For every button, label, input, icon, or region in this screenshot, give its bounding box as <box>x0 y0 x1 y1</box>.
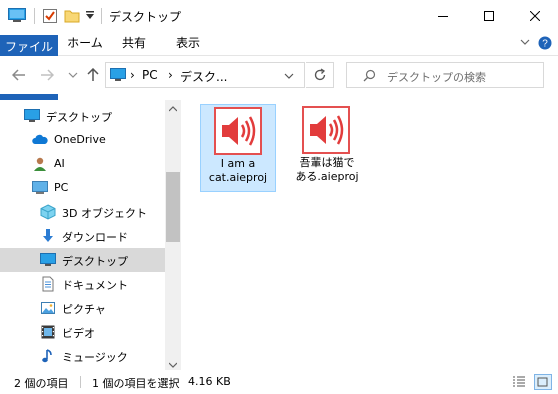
nav-item-videos[interactable]: ビデオ <box>0 320 165 344</box>
nav-label: 3D オブジェクト <box>62 207 147 220</box>
nav-label: AI <box>54 157 65 170</box>
new-folder-icon[interactable] <box>64 8 80 27</box>
nav-item-onedrive[interactable]: OneDrive <box>0 128 165 152</box>
nav-pane-scrollbar[interactable] <box>165 100 181 370</box>
status-bar: 2 個の項目 1 個の項目を選択 4.16 KB <box>0 370 558 394</box>
address-dropdown-icon[interactable] <box>284 71 294 84</box>
nav-item-pictures[interactable]: ピクチャ <box>0 296 165 320</box>
tab-home[interactable]: ホーム <box>60 31 110 55</box>
file-item[interactable]: I am a cat.aieproj <box>200 104 276 192</box>
item-count: 2 個の項目 <box>14 377 69 390</box>
nav-label: ピクチャ <box>62 303 106 316</box>
large-icons-view-icon <box>537 377 548 387</box>
nav-item-desktop[interactable]: デスクトップ <box>0 248 165 272</box>
help-icon[interactable]: ? <box>538 36 552 53</box>
nav-item-music[interactable]: ミュージック <box>0 344 165 368</box>
refresh-button[interactable] <box>306 62 334 88</box>
desktop-icon <box>24 108 40 124</box>
address-bar[interactable]: › PC › デスク... <box>105 62 305 88</box>
maximize-button[interactable] <box>466 0 512 31</box>
status-separator <box>80 376 81 388</box>
3d-objects-icon <box>40 204 56 220</box>
nav-item-3d-objects[interactable]: 3D オブジェクト <box>0 200 165 224</box>
minimize-button[interactable] <box>420 0 466 31</box>
user-icon <box>32 156 48 172</box>
window-title: デスクトップ <box>109 10 182 24</box>
search-icon <box>363 69 376 85</box>
file-item[interactable]: 吾輩は猫で ある.aieproj <box>289 104 365 192</box>
nav-label: ドキュメント <box>62 279 128 292</box>
svg-text:?: ? <box>542 39 548 50</box>
file-name-line: cat.aieproj <box>208 171 268 184</box>
details-view-icon[interactable] <box>512 375 526 392</box>
up-arrow-icon <box>87 68 99 81</box>
search-placeholder: デスクトップの検索 <box>387 71 486 84</box>
videos-icon <box>40 324 56 340</box>
forward-arrow-icon <box>41 69 54 81</box>
back-arrow-icon <box>12 69 25 81</box>
titlebar-separator <box>34 8 35 24</box>
file-name: 吾輩は猫で ある.aieproj <box>289 156 365 184</box>
nav-item-desktop-pinned[interactable]: デスクトップ <box>0 104 165 128</box>
nav-label: OneDrive <box>54 133 106 146</box>
breadcrumb-desktop[interactable]: デスク... <box>180 68 227 85</box>
breadcrumb-separator[interactable]: › <box>130 68 135 82</box>
file-name-line: 吾輩は猫で <box>299 156 355 169</box>
tab-share[interactable]: 共有 <box>114 31 154 55</box>
file-name-line: ある.aieproj <box>295 170 359 183</box>
quick-access-dropdown-icon[interactable] <box>85 10 95 23</box>
onedrive-icon <box>32 132 48 148</box>
selected-size: 4.16 KB <box>188 375 231 388</box>
refresh-icon <box>314 68 325 81</box>
file-name-line: I am a <box>220 157 256 170</box>
ribbon-tabs: ファイル ホーム 共有 表示 ? <box>0 31 558 123</box>
back-button[interactable] <box>10 66 28 84</box>
file-list-view[interactable]: I am a cat.aieproj 吾輩は猫で ある.aieproj <box>185 100 558 370</box>
nav-label: ミュージック <box>62 351 128 364</box>
file-name: I am a cat.aieproj <box>201 157 275 185</box>
pictures-icon <box>40 300 56 316</box>
nav-label: PC <box>54 181 69 194</box>
desktop-location-icon <box>110 68 126 85</box>
music-icon <box>40 348 56 364</box>
selected-info: 1 個の項目を選択 <box>92 377 180 390</box>
explorer-window-icon[interactable] <box>8 8 26 25</box>
navigation-pane: デスクトップ OneDrive AI PC 3D オブジェクト ダウンロード デ… <box>0 100 181 370</box>
scroll-up-icon[interactable] <box>168 102 178 115</box>
up-button[interactable] <box>84 66 102 84</box>
nav-item-downloads[interactable]: ダウンロード <box>0 224 165 248</box>
desktop-icon <box>40 252 56 268</box>
properties-icon[interactable] <box>42 8 58 27</box>
chevron-down-icon <box>68 72 78 78</box>
breadcrumb-separator[interactable]: › <box>168 68 173 82</box>
navigation-bar: › PC › デスク... デスクトップの検索 <box>0 56 558 94</box>
nav-label: ダウンロード <box>62 231 128 244</box>
pc-icon <box>32 180 48 196</box>
forward-button[interactable] <box>38 66 56 84</box>
nav-item-pc[interactable]: PC <box>0 176 165 200</box>
breadcrumb-pc[interactable]: PC <box>142 68 158 82</box>
scrollbar-thumb[interactable] <box>166 172 180 242</box>
close-button[interactable] <box>512 0 558 31</box>
title-bar: デスクトップ <box>0 0 558 31</box>
expand-ribbon-icon[interactable] <box>520 37 530 50</box>
large-icons-view-button[interactable] <box>534 374 552 390</box>
close-icon <box>530 10 540 21</box>
nav-label: ビデオ <box>62 327 95 340</box>
nav-label: デスクトップ <box>46 111 112 124</box>
recent-locations-button[interactable] <box>64 66 82 84</box>
maximize-icon <box>484 10 494 21</box>
nav-item-user[interactable]: AI <box>0 152 165 176</box>
minimize-icon <box>438 15 448 17</box>
documents-icon <box>40 276 56 292</box>
tab-view[interactable]: 表示 <box>168 31 208 55</box>
nav-item-documents[interactable]: ドキュメント <box>0 272 165 296</box>
speaker-icon <box>214 107 262 155</box>
speaker-icon <box>302 106 350 154</box>
download-icon <box>40 228 56 244</box>
titlebar-separator <box>101 8 102 24</box>
nav-label: デスクトップ <box>62 255 128 268</box>
search-box[interactable]: デスクトップの検索 <box>346 62 544 88</box>
